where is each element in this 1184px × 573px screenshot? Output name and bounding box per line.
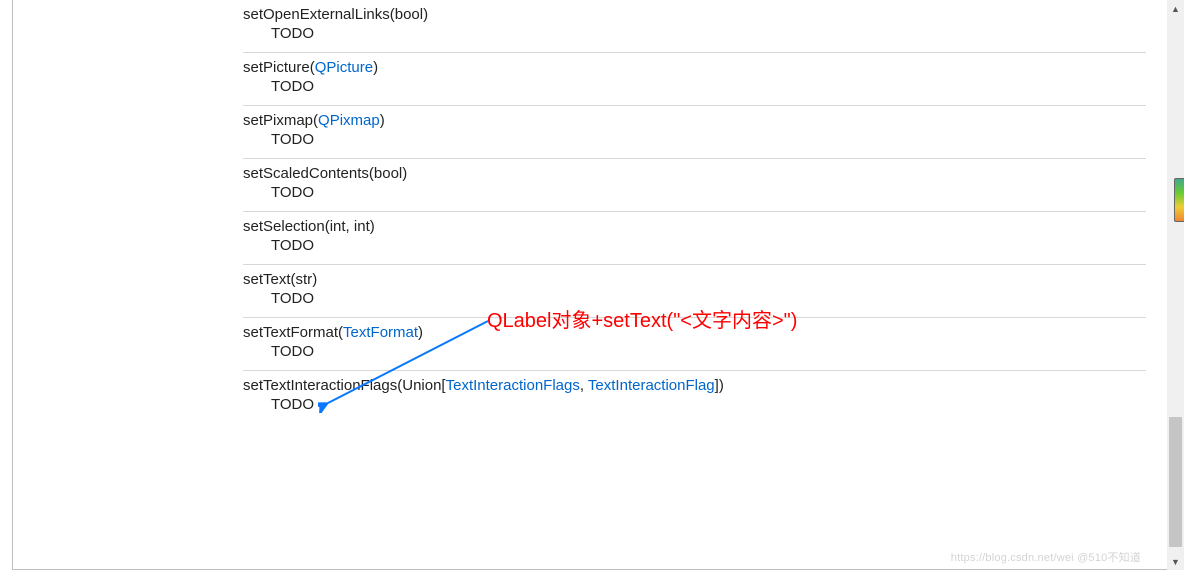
scroll-thumb[interactable] [1169, 417, 1182, 547]
type-link[interactable]: TextFormat [343, 324, 418, 341]
signature-suffix: ) [380, 112, 385, 129]
method-signature: setTextInteractionFlags(Union[TextIntera… [243, 377, 1146, 394]
method-signature: setPicture(QPicture) [243, 59, 1146, 76]
signature-prefix: setText( [243, 271, 296, 288]
type-link[interactable]: TextInteractionFlag [588, 377, 715, 394]
watermark: https://blog.csdn.net/wei @510不知道 [951, 549, 1141, 565]
type-text: int, int [330, 218, 370, 235]
scroll-up-arrow[interactable]: ▲ [1167, 0, 1184, 17]
signature-suffix: ) [312, 271, 317, 288]
signature-prefix: setPixmap( [243, 112, 318, 129]
signature-prefix: setTextInteractionFlags(Union[ [243, 377, 446, 394]
side-colored-tab[interactable] [1174, 178, 1184, 222]
method-entry: setOpenExternalLinks(bool)TODO [243, 0, 1146, 53]
method-signature: setText(str) [243, 271, 1146, 288]
signature-suffix: ) [418, 324, 423, 341]
todo-label: TODO [243, 76, 1146, 95]
signature-suffix: ) [402, 165, 407, 182]
todo-label: TODO [243, 235, 1146, 254]
annotation-text: QLabel对象+setText("<文字内容>") [487, 304, 797, 333]
type-text: bool [374, 165, 402, 182]
signature-prefix: setSelection( [243, 218, 330, 235]
todo-label: TODO [243, 341, 1146, 360]
todo-label: TODO [243, 23, 1146, 42]
method-entry: setTextInteractionFlags(Union[TextIntera… [243, 371, 1146, 423]
signature-prefix: setScaledContents( [243, 165, 374, 182]
method-entry: setPicture(QPicture)TODO [243, 53, 1146, 106]
method-entry: setPixmap(QPixmap)TODO [243, 106, 1146, 159]
type-text: , [580, 377, 588, 394]
method-signature: setSelection(int, int) [243, 218, 1146, 235]
scroll-down-arrow[interactable]: ▼ [1167, 553, 1184, 570]
method-signature: setPixmap(QPixmap) [243, 112, 1146, 129]
method-signature: setScaledContents(bool) [243, 165, 1146, 182]
todo-label: TODO [243, 129, 1146, 148]
vertical-scrollbar[interactable]: ▲ ▼ [1167, 0, 1184, 570]
method-signature: setOpenExternalLinks(bool) [243, 6, 1146, 23]
signature-prefix: setOpenExternalLinks( [243, 6, 395, 23]
signature-prefix: setPicture( [243, 59, 315, 76]
signature-suffix: ) [373, 59, 378, 76]
method-list: setOpenExternalLinks(bool)TODOsetPicture… [13, 0, 1171, 423]
todo-label: TODO [243, 394, 1146, 413]
type-link[interactable]: QPicture [315, 59, 373, 76]
type-link[interactable]: QPixmap [318, 112, 380, 129]
signature-prefix: setTextFormat( [243, 324, 343, 341]
doc-page: setOpenExternalLinks(bool)TODOsetPicture… [12, 0, 1172, 570]
type-text: bool [395, 6, 423, 23]
scroll-track[interactable] [1167, 17, 1184, 553]
type-text: str [296, 271, 313, 288]
signature-suffix: ]) [715, 377, 724, 394]
todo-label: TODO [243, 182, 1146, 201]
type-link[interactable]: TextInteractionFlags [446, 377, 580, 394]
signature-suffix: ) [370, 218, 375, 235]
method-entry: setSelection(int, int)TODO [243, 212, 1146, 265]
signature-suffix: ) [423, 6, 428, 23]
method-entry: setScaledContents(bool)TODO [243, 159, 1146, 212]
